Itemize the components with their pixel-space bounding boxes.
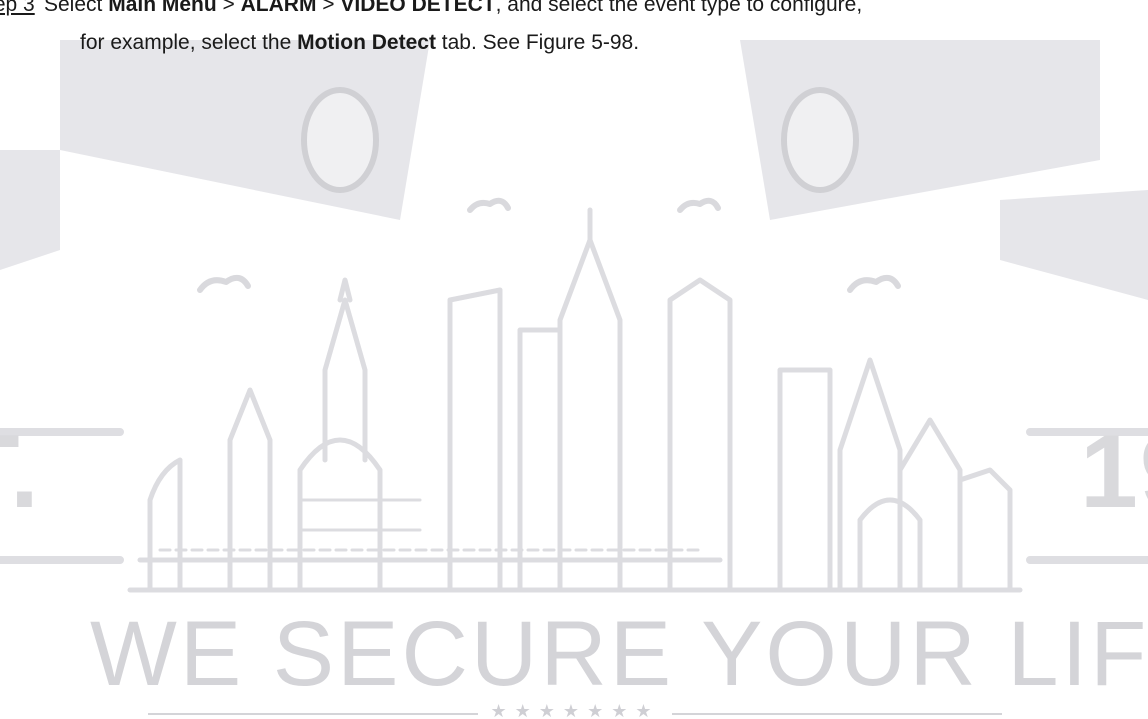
line2-suffix: tab. See Figure 5-98.: [435, 31, 640, 54]
instruction-line-2: for example, select the Motion Detect ta…: [80, 32, 639, 53]
separator: >: [316, 0, 341, 16]
right-camera-icon: [740, 40, 1148, 300]
line1-prefix: Select: [44, 0, 109, 16]
video-detect-text: VIDEO DETECT: [340, 0, 496, 16]
motion-detect-text: Motion Detect: [297, 31, 436, 54]
watermark-slogan: WE SECURE YOUR LIFE: [90, 603, 1148, 705]
document-page: T. 19 WE SECURE YOUR LIFE ★★★★★★★ Step 3…: [0, 0, 1148, 719]
watermark-right-text: 19: [1080, 414, 1148, 530]
watermark-rule-left: [148, 713, 478, 715]
instruction-line-1: Step 3 Select Main Menu > ALARM > VIDEO D…: [0, 0, 862, 15]
watermark: T. 19 WE SECURE YOUR LIFE ★★★★★★★: [0, 0, 1148, 719]
alarm-text: ALARM: [240, 0, 317, 16]
main-menu-text: Main Menu: [108, 0, 217, 16]
watermark-rule-right: [672, 713, 1002, 715]
skyline-icon: [127, 207, 1023, 593]
watermark-left-text: T.: [0, 414, 41, 530]
step-label: Step 3: [0, 0, 35, 16]
left-camera-icon: [0, 40, 430, 270]
separator: >: [216, 0, 241, 16]
watermark-stars: ★★★★★★★: [490, 701, 660, 719]
line1-suffix: , and select the event type to configure…: [495, 0, 863, 16]
line2-prefix: for example, select the: [80, 31, 298, 54]
